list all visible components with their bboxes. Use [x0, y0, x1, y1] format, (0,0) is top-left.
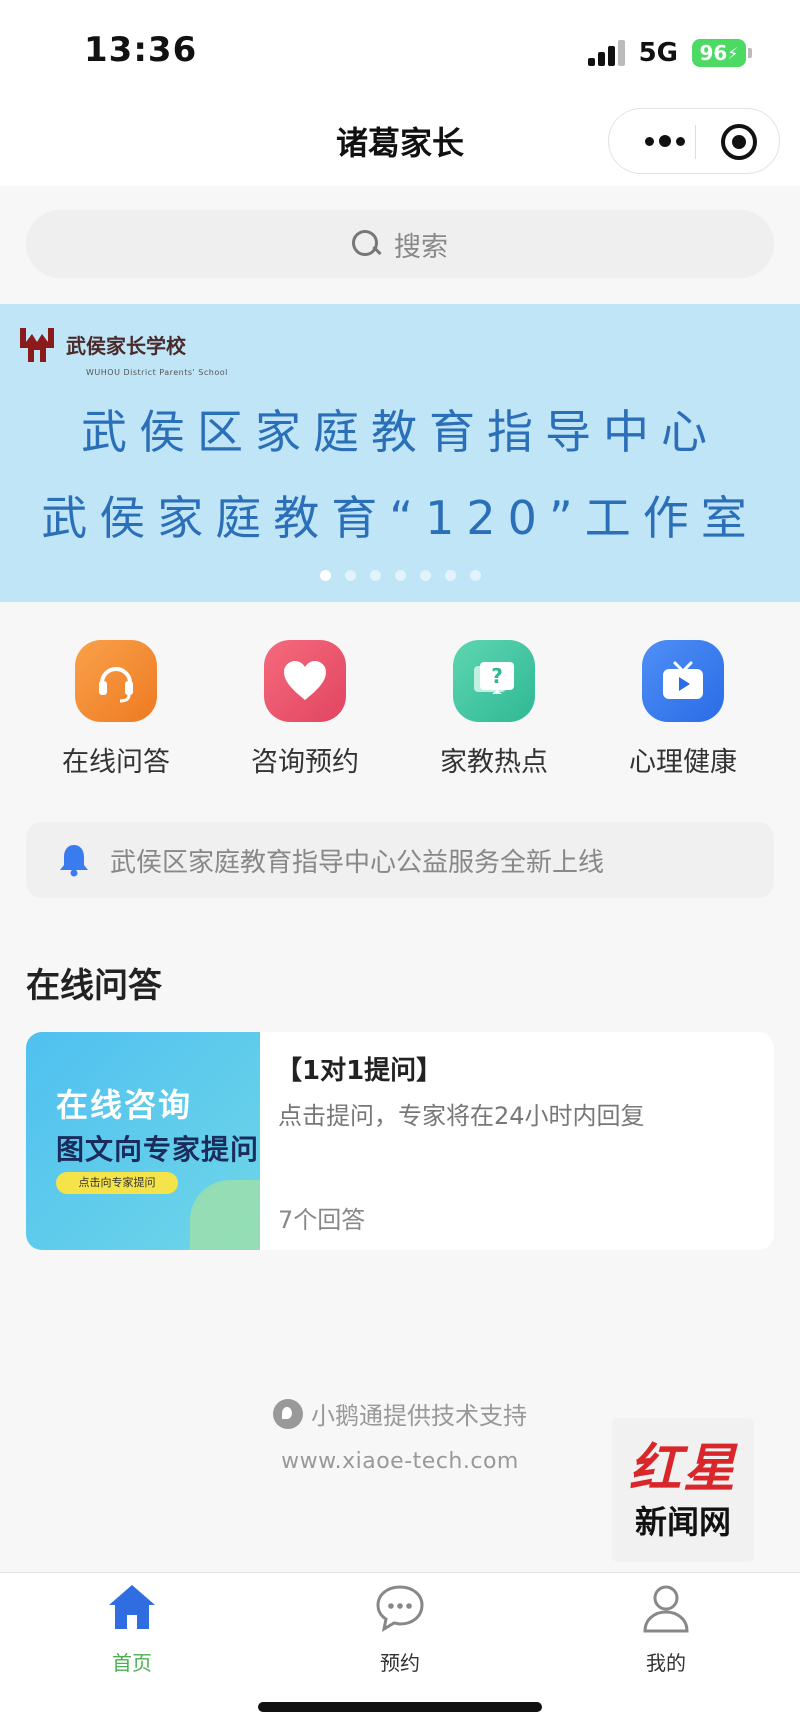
qa-answer-count: 7个回答: [278, 1206, 366, 1234]
carousel-dot[interactable]: [469, 570, 481, 581]
banner-carousel[interactable]: 武侯家长学校 WUHOU District Parents' School 武侯…: [0, 304, 800, 602]
tab-mine[interactable]: 我的: [586, 1581, 746, 1676]
chat-bubble-icon: [376, 1585, 424, 1633]
tab-booking[interactable]: 预约: [320, 1581, 480, 1676]
school-logo-text: 武侯家长学校: [66, 333, 186, 358]
battery-icon: 96 ⚡: [692, 39, 752, 67]
carousel-dot[interactable]: [419, 570, 431, 581]
school-logo-subtitle: WUHOU District Parents' School: [86, 368, 228, 377]
headset-icon: [75, 640, 157, 722]
more-options-button[interactable]: [635, 119, 695, 163]
status-indicators: 5G 96 ⚡: [587, 38, 752, 68]
notice-bar[interactable]: 武侯区家庭教育指导中心公益服务全新上线: [26, 822, 774, 898]
search-placeholder: 搜索: [394, 231, 448, 263]
capsule-divider: [695, 125, 696, 159]
menu-item-consult-booking[interactable]: 咨询预约: [225, 640, 385, 779]
close-target-button[interactable]: [721, 124, 757, 160]
status-time: 13:36: [84, 30, 198, 70]
section-title: 在线问答: [26, 966, 162, 1006]
qa-thumbnail: 在线咨询 图文向专家提问 点击向专家提问: [26, 1032, 260, 1250]
carousel-dot[interactable]: [344, 570, 356, 581]
menu-label: 家教热点: [440, 747, 548, 778]
watermark-top: 红星: [628, 1438, 737, 1499]
home-indicator[interactable]: [258, 1702, 542, 1712]
search-icon: [352, 230, 380, 258]
thumbnail-decoration: [190, 1180, 260, 1250]
watermark-bottom: 新闻网: [634, 1503, 731, 1541]
tab-label: 我的: [646, 1651, 686, 1675]
notice-text: 武侯区家庭教育指导中心公益服务全新上线: [110, 847, 605, 878]
signal-icon: [587, 40, 625, 66]
status-bar: 13:36 5G 96 ⚡: [0, 0, 800, 100]
bell-icon: [60, 845, 88, 877]
school-logo-icon: [20, 328, 54, 362]
carousel-dot[interactable]: [319, 570, 331, 581]
search-bar[interactable]: 搜索: [26, 210, 774, 278]
menu-label: 在线问答: [62, 747, 170, 778]
qa-title: 【1对1提问】: [276, 1056, 443, 1086]
svg-text:?: ?: [491, 664, 503, 688]
support-text: 小鹅通提供技术支持: [311, 1402, 527, 1430]
menu-item-hot-topics[interactable]: ? 家教热点: [414, 640, 574, 779]
quick-menu: 在线问答 咨询预约 ? 家教热点 心理健康: [0, 640, 800, 780]
question-chat-icon: ?: [453, 640, 535, 722]
thumbnail-subheading: 图文向专家提问: [56, 1133, 260, 1166]
carousel-dot[interactable]: [394, 570, 406, 581]
menu-label: 咨询预约: [251, 747, 359, 778]
home-icon: [109, 1585, 155, 1629]
menu-item-online-qa[interactable]: 在线问答: [36, 640, 196, 779]
xiaoe-logo-icon: [273, 1398, 303, 1429]
thumbnail-button: 点击向专家提问: [56, 1172, 178, 1194]
banner-headline: 武侯区家庭教育指导中心: [81, 405, 719, 459]
carousel-dot[interactable]: [444, 570, 456, 581]
network-type: 5G: [638, 38, 678, 68]
tab-label: 预约: [380, 1651, 420, 1675]
news-watermark-logo: 红星 新闻网: [612, 1418, 754, 1562]
thumbnail-heading: 在线咨询: [56, 1086, 193, 1124]
tv-play-icon: [642, 640, 724, 722]
carousel-dot[interactable]: [369, 570, 381, 581]
mini-program-capsule: [608, 108, 780, 174]
carousel-dots: [0, 570, 800, 581]
menu-label: 心理健康: [629, 747, 737, 778]
tab-home[interactable]: 首页: [52, 1581, 212, 1676]
school-logo: 武侯家长学校 WUHOU District Parents' School: [16, 322, 227, 377]
nav-bar: 诸葛家长: [0, 100, 800, 186]
tab-label: 首页: [112, 1651, 152, 1675]
charging-icon: ⚡: [727, 43, 739, 63]
banner-subheadline: 武侯家庭教育“120”工作室: [41, 491, 759, 545]
qa-card[interactable]: 在线咨询 图文向专家提问 点击向专家提问 【1对1提问】 点击提问，专家将在24…: [26, 1032, 774, 1250]
person-icon: [643, 1585, 689, 1633]
menu-item-mental-health[interactable]: 心理健康: [603, 640, 763, 779]
heart-icon: [264, 640, 346, 722]
qa-description: 点击提问，专家将在24小时内回复: [278, 1102, 645, 1130]
battery-level: 96: [699, 41, 728, 65]
